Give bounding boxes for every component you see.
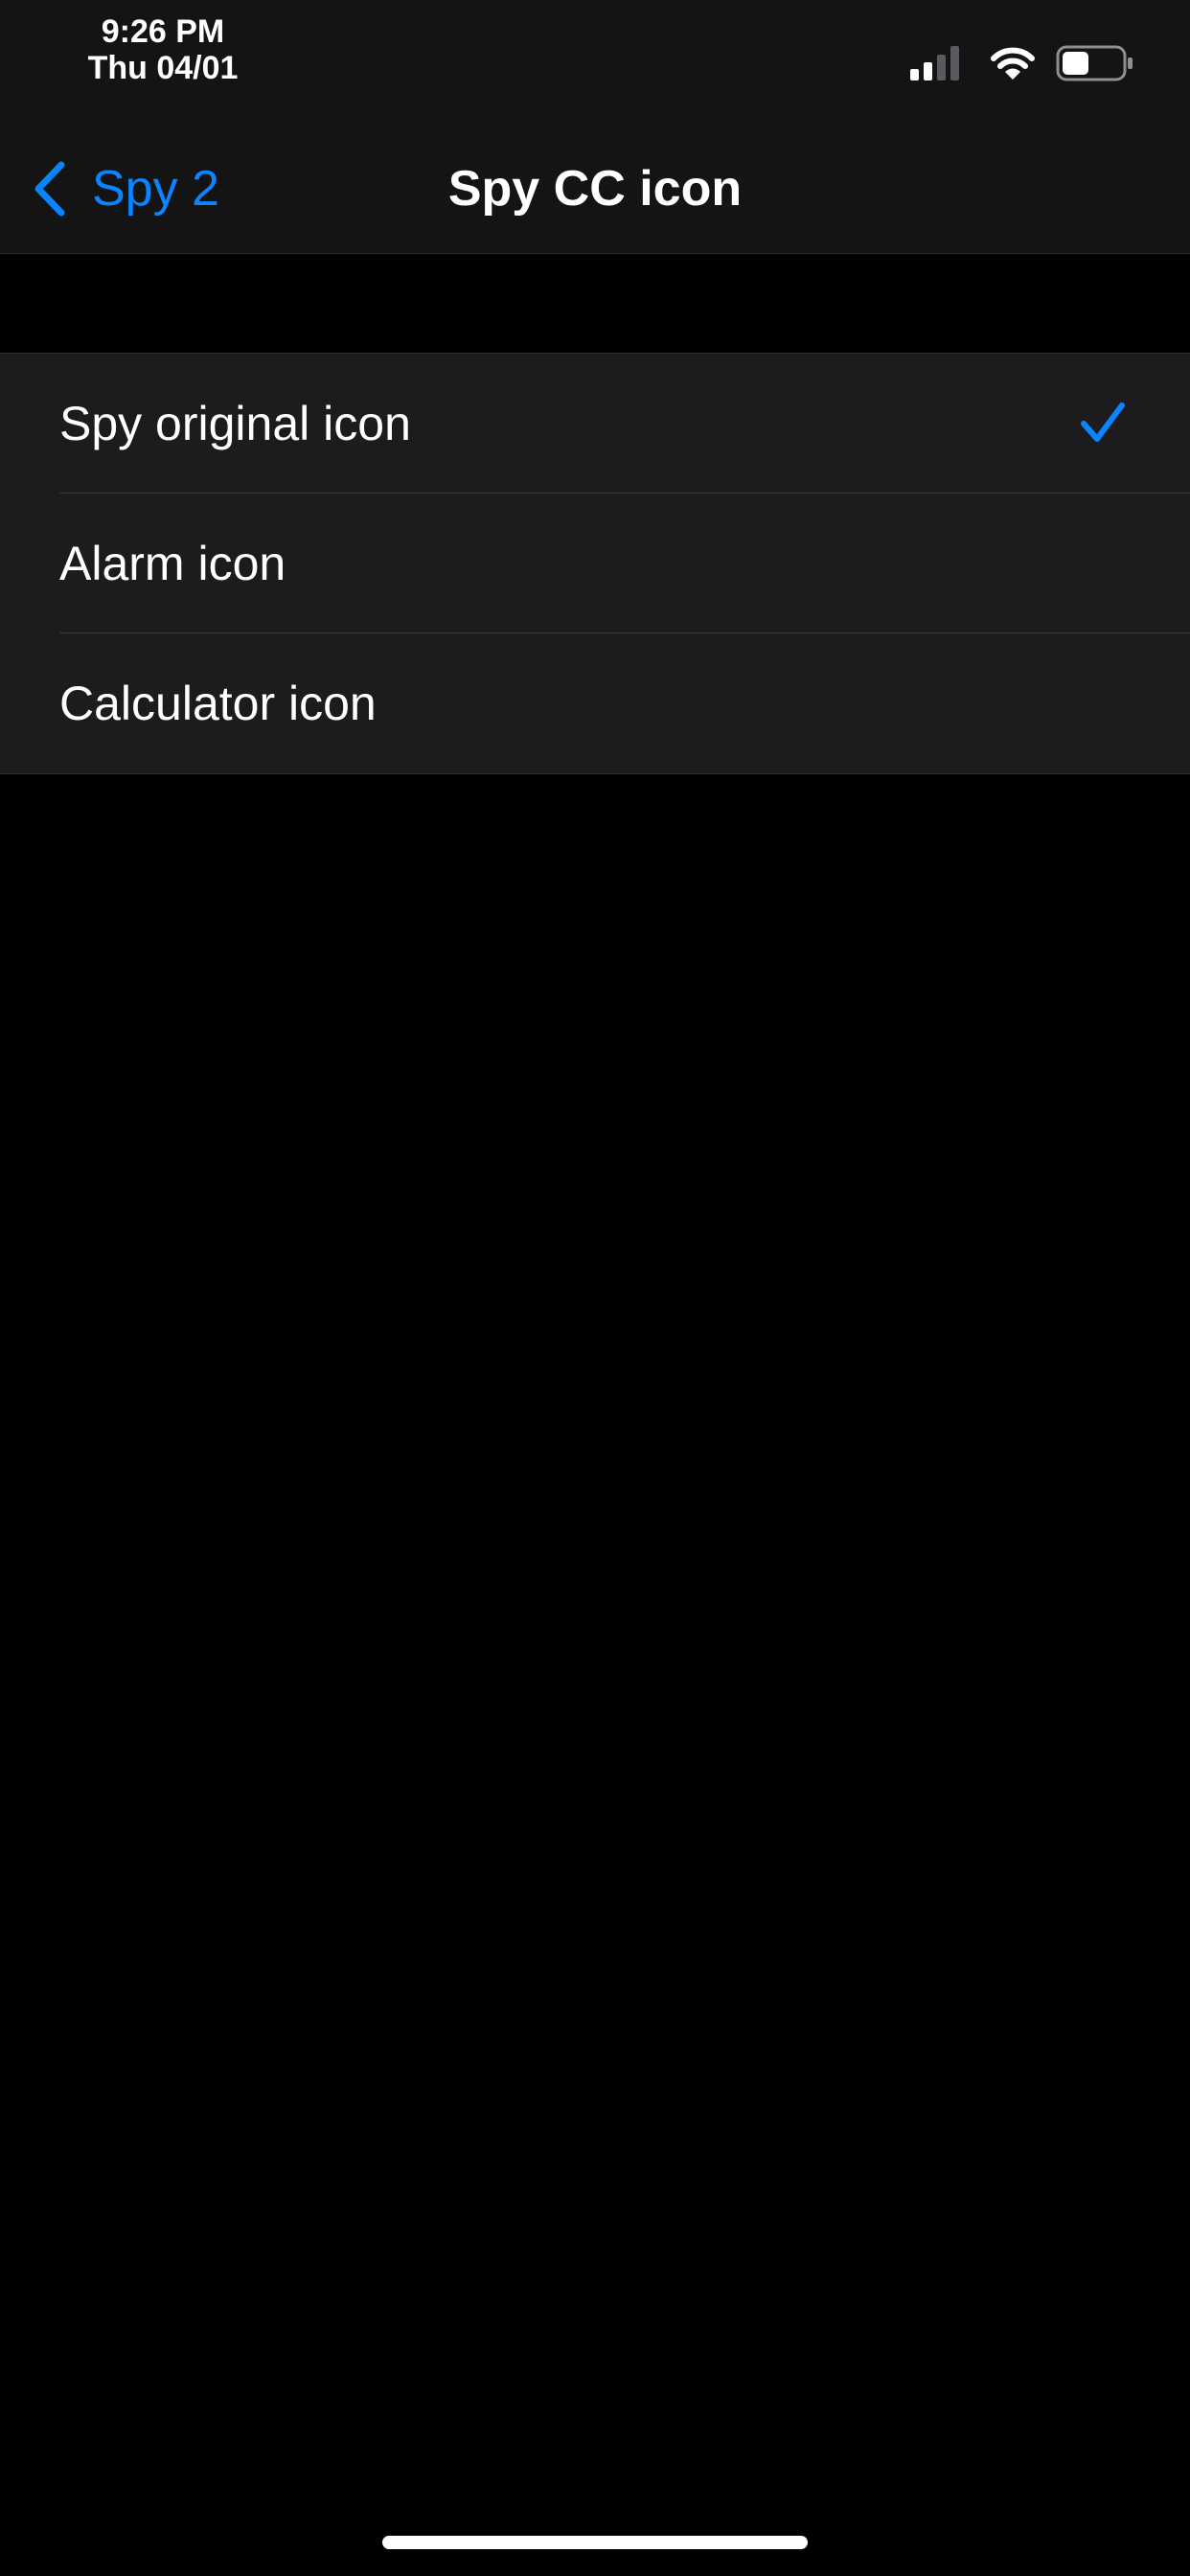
option-spy-original-icon[interactable]: Spy original icon — [0, 354, 1190, 494]
option-label: Alarm icon — [59, 537, 286, 590]
option-alarm-icon[interactable]: Alarm icon — [0, 494, 1190, 633]
header: 9:26 PM Thu 04/01 Spy 2 Spy CC icon — [0, 0, 1190, 254]
option-label: Calculator icon — [59, 677, 377, 730]
status-icons — [908, 42, 1134, 84]
status-time: 9:26 PM — [101, 13, 225, 50]
page-title: Spy CC icon — [447, 161, 743, 217]
checkmark-icon — [1081, 402, 1125, 442]
icon-options-list: Spy original icon Alarm icon Calculator … — [0, 353, 1190, 774]
status-date: Thu 04/01 — [87, 50, 239, 86]
home-indicator[interactable] — [382, 2536, 808, 2549]
wifi-icon — [991, 47, 1035, 80]
battery-icon — [1056, 45, 1133, 81]
signal-icon — [910, 46, 959, 80]
option-calculator-icon[interactable]: Calculator icon — [0, 633, 1190, 773]
option-label: Spy original icon — [59, 397, 411, 450]
